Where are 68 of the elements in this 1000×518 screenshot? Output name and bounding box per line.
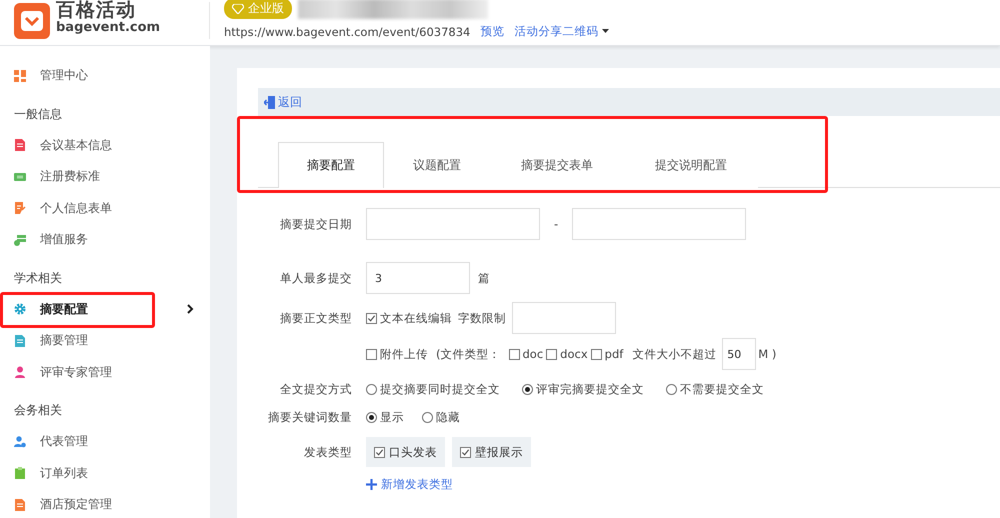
field-label: 摘要提交日期 xyxy=(279,216,353,232)
logo-name: 百格活动 xyxy=(56,0,137,21)
unit-label: 篇 xyxy=(478,270,490,286)
date-separator: - xyxy=(554,217,558,231)
word-limit-field[interactable] xyxy=(512,302,616,334)
max-submissions-field[interactable]: 3 xyxy=(366,262,470,294)
unit-label: M ) xyxy=(758,347,776,361)
field-label: 摘要正文类型 xyxy=(279,310,353,326)
radio-option[interactable]: 不需要提交全文 xyxy=(666,382,764,396)
sidebar-item[interactable]: 摘要管理 xyxy=(0,325,210,356)
size-limit-field[interactable]: 50 xyxy=(722,338,756,370)
file-type-option[interactable]: pdf xyxy=(590,347,624,361)
sidebar-item[interactable]: 会议基本信息 xyxy=(0,130,210,161)
radio-button[interactable] xyxy=(666,384,677,394)
sidebar-section-title: 学术相关 xyxy=(13,270,63,286)
word-limit-label: 字数限制 xyxy=(458,310,506,326)
sidebar-item[interactable]: 订单列表 xyxy=(0,458,210,489)
exit-icon xyxy=(264,96,275,108)
tab[interactable]: 摘要配置 xyxy=(278,142,384,188)
field-label: 单人最多提交 xyxy=(279,270,353,286)
radio-option[interactable]: 显示 xyxy=(366,410,404,424)
checkbox[interactable] xyxy=(508,348,520,360)
plus-icon xyxy=(366,478,377,490)
checkbox[interactable] xyxy=(460,446,471,458)
logo-icon xyxy=(14,2,50,38)
file-type-option[interactable]: doc xyxy=(508,347,544,361)
file-type-option[interactable]: docx xyxy=(546,347,588,361)
sidebar-section-title: 会务相关 xyxy=(13,402,63,419)
radio-button[interactable] xyxy=(422,412,433,422)
logo-domain: bagevent.com xyxy=(56,20,160,34)
chevron-right-icon xyxy=(187,304,194,314)
radio-option[interactable]: 隐藏 xyxy=(422,410,460,424)
end-date-field[interactable] xyxy=(572,208,746,240)
event-url: https://www.bagevent.com/event/6037834 xyxy=(224,24,470,38)
sidebar-item[interactable]: 摘要配置 xyxy=(0,294,210,325)
add-type-link[interactable]: 新增发表类型 xyxy=(366,476,453,492)
checkbox[interactable] xyxy=(590,348,602,360)
online-edit-option[interactable]: 文本在线编辑 xyxy=(366,310,452,326)
radio-button[interactable] xyxy=(522,384,533,394)
sidebar-item[interactable]: 代表管理 xyxy=(0,426,210,458)
header-link[interactable]: 预览 xyxy=(480,24,504,39)
field-label: 发表类型 xyxy=(303,444,353,460)
checkbox[interactable] xyxy=(546,348,558,360)
field-label: 全文提交方式 xyxy=(279,382,353,396)
attachment-option[interactable]: 附件上传 xyxy=(366,346,428,362)
sidebar-item[interactable]: 管理中心 xyxy=(0,60,210,92)
back-link[interactable]: 返回 xyxy=(264,94,302,110)
sidebar-item[interactable]: 评审专家管理 xyxy=(0,356,210,388)
publish-type-chip[interactable]: 口头发表 xyxy=(366,437,445,467)
radio-option[interactable]: 评审完摘要提交全文 xyxy=(522,382,644,396)
size-limit-label: 文件大小不超过 xyxy=(632,346,716,362)
publish-type-chip[interactable]: 壁报展示 xyxy=(452,437,531,467)
field-label: 摘要关键词数量 xyxy=(267,410,353,424)
checkbox[interactable] xyxy=(366,312,377,324)
checkbox[interactable] xyxy=(366,348,377,360)
sidebar-item[interactable]: 个人信息表单 xyxy=(0,192,210,224)
checkbox[interactable] xyxy=(374,446,385,458)
radio-button[interactable] xyxy=(366,384,377,394)
radio-option[interactable]: 提交摘要同时提交全文 xyxy=(366,382,500,396)
sidebar-item[interactable]: 增值服务 xyxy=(0,224,210,256)
edition-badge: 企业版 xyxy=(224,0,292,19)
radio-button[interactable] xyxy=(366,412,377,422)
sidebar-item[interactable]: 注册费标准 xyxy=(0,161,210,192)
file-types-label: (文件类型： xyxy=(436,346,500,362)
sidebar-section-title: 一般信息 xyxy=(13,106,63,122)
header-link[interactable]: 活动分享二维码 xyxy=(514,24,610,39)
start-date-field[interactable] xyxy=(366,208,540,240)
sidebar-item[interactable]: 酒店预定管理 xyxy=(0,489,210,518)
